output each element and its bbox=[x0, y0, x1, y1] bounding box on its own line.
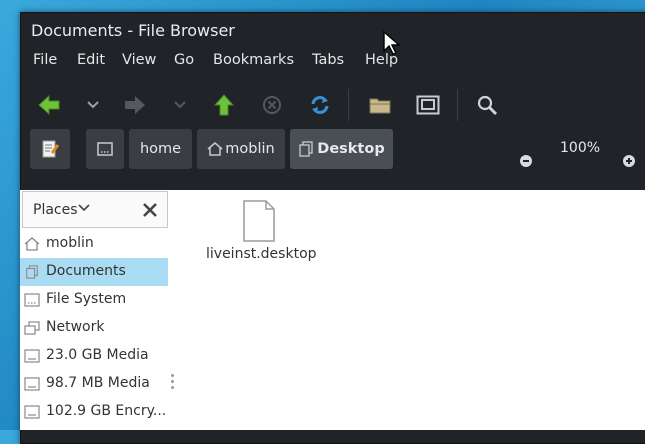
sidebar-item-label: File System bbox=[46, 291, 127, 307]
menu-file[interactable]: File bbox=[33, 52, 57, 68]
content-area: Places moblin Documents File System Netw… bbox=[20, 190, 645, 430]
sidebar-item-label: Network bbox=[46, 319, 105, 335]
path-segment-label: Desktop bbox=[317, 141, 385, 157]
file-icon bbox=[243, 200, 275, 242]
mouse-cursor-icon bbox=[383, 30, 401, 55]
sidebar-item-media-98mb[interactable]: 98.7 MB Media bbox=[20, 370, 168, 398]
documents-icon bbox=[299, 141, 313, 157]
forward-dropdown-chevron-icon[interactable] bbox=[168, 93, 192, 117]
file-name: liveinst.desktop bbox=[206, 246, 317, 262]
sidebar-item-media-23gb[interactable]: 23.0 GB Media bbox=[20, 342, 168, 370]
search-icon[interactable] bbox=[475, 93, 499, 117]
window-title: Documents - File Browser bbox=[31, 21, 235, 40]
path-segment-desktop[interactable]: Desktop bbox=[290, 129, 393, 169]
network-icon bbox=[24, 321, 40, 335]
places-label: Places bbox=[33, 202, 78, 218]
drive-icon bbox=[97, 142, 113, 156]
edit-location-icon bbox=[42, 140, 60, 158]
back-dropdown-chevron-icon[interactable] bbox=[81, 93, 105, 117]
sidebar-item-label: 23.0 GB Media bbox=[46, 347, 149, 363]
sidebar-item-label: moblin bbox=[46, 235, 94, 251]
open-folder-icon[interactable] bbox=[368, 93, 392, 117]
path-segment-home[interactable]: home bbox=[129, 129, 192, 169]
home-icon bbox=[24, 237, 40, 251]
documents-icon bbox=[26, 265, 38, 279]
path-segment-label: moblin bbox=[225, 141, 275, 157]
edit-location-button[interactable] bbox=[30, 129, 70, 169]
back-arrow-icon[interactable] bbox=[37, 93, 61, 117]
menu-tabs[interactable]: Tabs bbox=[312, 52, 344, 68]
sidebar-item-encrypted[interactable]: 102.9 GB Encry... bbox=[20, 398, 168, 426]
forward-arrow-icon[interactable] bbox=[123, 93, 147, 117]
zoom-level: 100% bbox=[560, 140, 601, 156]
menu-bookmarks[interactable]: Bookmarks bbox=[213, 52, 294, 68]
up-arrow-icon[interactable] bbox=[212, 93, 236, 117]
menu-edit[interactable]: Edit bbox=[77, 52, 105, 68]
drive-icon bbox=[24, 349, 40, 363]
chevron-down-icon bbox=[78, 204, 90, 212]
sidebar-item-moblin[interactable]: moblin bbox=[20, 230, 168, 258]
pane-resize-handle[interactable] bbox=[171, 374, 174, 392]
toolbar-separator bbox=[457, 89, 458, 121]
places-selector[interactable]: Places bbox=[22, 191, 168, 228]
drive-icon bbox=[24, 293, 40, 307]
fullscreen-icon[interactable] bbox=[416, 93, 440, 117]
path-segment-moblin[interactable]: moblin bbox=[197, 129, 285, 169]
zoom-in-icon[interactable] bbox=[622, 153, 636, 172]
close-icon[interactable] bbox=[142, 202, 158, 218]
sidebar-item-label: Documents bbox=[46, 263, 126, 279]
title-bar[interactable]: Documents - File Browser bbox=[21, 13, 645, 47]
sidebar-item-label: 102.9 GB Encry... bbox=[46, 403, 167, 419]
toolbar-separator bbox=[348, 89, 349, 121]
drive-icon bbox=[24, 377, 40, 391]
path-segment-label: home bbox=[139, 141, 182, 157]
menu-view[interactable]: View bbox=[122, 52, 156, 68]
stop-icon[interactable] bbox=[260, 93, 284, 117]
drive-icon bbox=[24, 405, 40, 419]
sidebar-item-file-system[interactable]: File System bbox=[20, 286, 168, 314]
zoom-out-icon[interactable] bbox=[519, 153, 533, 172]
sidebar-item-documents[interactable]: Documents bbox=[20, 258, 168, 286]
sidebar-item-label: 98.7 MB Media bbox=[46, 375, 150, 391]
path-root-button[interactable] bbox=[86, 129, 124, 169]
menu-bar: File Edit View Go Bookmarks Tabs Help bbox=[21, 47, 645, 77]
home-icon bbox=[207, 142, 223, 156]
toolbar bbox=[21, 77, 645, 135]
sidebar-item-network[interactable]: Network bbox=[20, 314, 168, 342]
menu-go[interactable]: Go bbox=[174, 52, 194, 68]
reload-icon[interactable] bbox=[308, 93, 332, 117]
